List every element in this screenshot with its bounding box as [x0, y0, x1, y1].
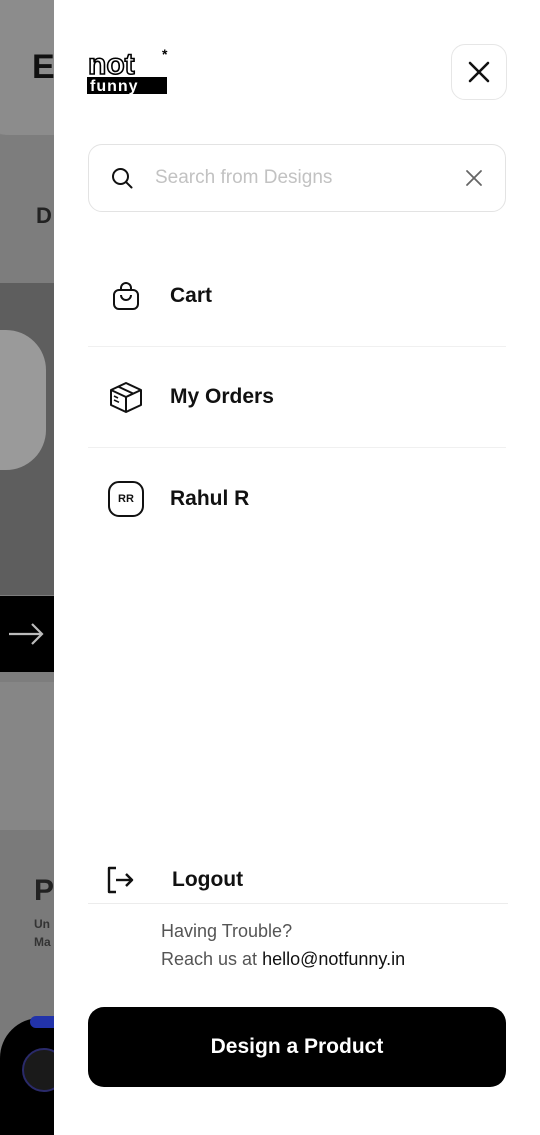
- avatar-initials: RR: [108, 480, 144, 517]
- drawer-menu: Cart My Orders RR Rahul R: [88, 246, 506, 549]
- svg-text:*: *: [162, 46, 168, 62]
- clear-search-icon[interactable]: [465, 169, 483, 187]
- background-page: E D P Un Ma: [0, 0, 54, 1135]
- menu-item-my-orders[interactable]: My Orders: [88, 347, 506, 448]
- background-photo-shape: [0, 330, 46, 470]
- background-text: Un: [34, 917, 50, 931]
- background-heading: P: [34, 874, 54, 907]
- background-title: E: [32, 48, 54, 86]
- background-text: Ma: [34, 935, 51, 949]
- help-prefix: Reach us at: [161, 949, 263, 969]
- support-email-link[interactable]: hello@notfunny.in: [262, 949, 405, 969]
- side-drawer: not funny * Search from Designs Cart My …: [54, 0, 540, 1135]
- background-pill: [30, 1016, 54, 1028]
- help-text: Having Trouble? Reach us at hello@notfun…: [161, 917, 405, 973]
- shopping-bag-icon: [108, 278, 144, 314]
- background-subtitle: D: [36, 203, 52, 228]
- svg-text:not: not: [88, 48, 135, 81]
- brand-logo[interactable]: not funny *: [87, 46, 173, 96]
- logout-button[interactable]: Logout: [88, 856, 508, 904]
- user-avatar: RR: [108, 480, 144, 517]
- svg-text:funny: funny: [90, 78, 139, 95]
- menu-item-label: Cart: [170, 284, 213, 307]
- search-bar: [88, 144, 506, 212]
- menu-item-cart[interactable]: Cart: [88, 246, 506, 347]
- search-icon: [112, 168, 133, 189]
- package-box-icon: [108, 379, 144, 415]
- close-icon: [468, 61, 490, 83]
- menu-item-label: Rahul R: [170, 486, 250, 510]
- logout-label: Logout: [172, 867, 244, 891]
- menu-item-profile[interactable]: RR Rahul R: [88, 448, 506, 549]
- background-section: [0, 682, 54, 830]
- menu-item-label: My Orders: [170, 385, 274, 408]
- close-drawer-button[interactable]: [451, 44, 507, 100]
- logout-icon: [107, 866, 134, 893]
- arrow-right-icon: [9, 623, 44, 645]
- help-line-2: Reach us at hello@notfunny.in: [161, 945, 405, 973]
- design-a-product-button[interactable]: Design a Product: [88, 1007, 506, 1087]
- help-line-1: Having Trouble?: [161, 921, 293, 941]
- search-input[interactable]: [155, 167, 457, 189]
